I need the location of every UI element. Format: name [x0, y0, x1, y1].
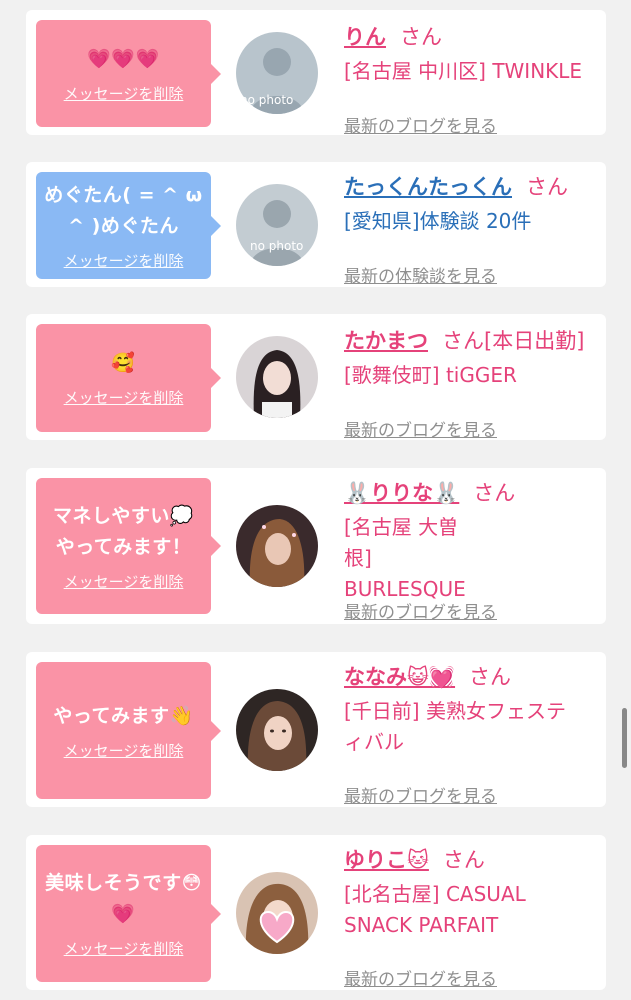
message-text: めぐたん( = ^ ω ^ )めぐたん	[44, 184, 203, 237]
shop-info: [名古屋 大曽根] BURLESQUE	[344, 515, 466, 601]
user-name-link[interactable]: ななみ😺💓	[344, 665, 455, 689]
user-name-link[interactable]: たかまつ	[344, 329, 428, 353]
list-item: めぐたん( = ^ ω ^ )めぐたん メッセージを削除 no photo たっ…	[26, 162, 606, 287]
delete-message-link[interactable]: メッセージを削除	[64, 740, 184, 761]
svg-text:no photo: no photo	[250, 239, 303, 253]
honorific: さん	[469, 665, 512, 689]
profile-photo	[236, 336, 318, 418]
message-bubble: やってみます👋 メッセージを削除	[36, 662, 221, 799]
latest-blog-link[interactable]: 最新のブログを見る	[344, 416, 497, 441]
message-text: 美味しそうです😳💗	[45, 872, 202, 925]
latest-blog-link[interactable]: 最新のブログを見る	[344, 112, 497, 137]
message-text: やってみます👋	[53, 704, 194, 727]
delete-message-link[interactable]: メッセージを削除	[64, 250, 184, 271]
avatar[interactable]: no photo	[236, 184, 318, 266]
no-photo-icon: no photo	[236, 184, 318, 266]
honorific: さん	[400, 25, 442, 49]
honorific: さん	[526, 175, 568, 199]
message-bubble: マネしやすい💭やってみます！ メッセージを削除	[36, 478, 221, 614]
message-bubble: 💗💗💗 メッセージを削除	[36, 20, 221, 127]
list-item: 美味しそうです😳💗 メッセージを削除 ゆりこ🐱 さん [北名古屋] CASUAL …	[26, 835, 606, 990]
delete-message-link[interactable]: メッセージを削除	[64, 571, 184, 592]
scrollbar[interactable]	[622, 708, 627, 768]
profile-photo	[236, 872, 318, 954]
user-name-link[interactable]: りん	[344, 25, 386, 49]
list-item: マネしやすい💭やってみます！ メッセージを削除 🐰りりな🐰 さん [名古屋 大曽根…	[26, 468, 606, 624]
avatar[interactable]	[236, 336, 318, 418]
latest-blog-link[interactable]: 最新のブログを見る	[344, 782, 497, 807]
user-name-link[interactable]: ゆりこ🐱	[344, 848, 429, 872]
message-bubble: めぐたん( = ^ ω ^ )めぐたん メッセージを削除	[36, 172, 221, 279]
avatar[interactable]	[236, 505, 318, 587]
list-item: やってみます👋 メッセージを削除 ななみ😺💓 さん [千日前] 美熟女フェスティバ…	[26, 652, 606, 807]
message-text: 💗💗💗	[87, 47, 160, 70]
avatar[interactable]	[236, 689, 318, 771]
profile-photo	[236, 505, 318, 587]
shop-info: [北名古屋] CASUAL SNACK PARFAIT	[344, 882, 526, 937]
message-list: 💗💗💗 メッセージを削除 no photo りん さん [名古屋 中川区] TWI…	[0, 0, 631, 1000]
shop-info: [千日前] 美熟女フェスティバル	[344, 699, 566, 754]
honorific: さん	[473, 481, 516, 505]
avatar[interactable]: no photo	[236, 32, 318, 114]
latest-blog-link[interactable]: 最新のブログを見る	[344, 965, 497, 990]
status-label: [本日出勤]	[484, 329, 585, 353]
shop-info: [名古屋 中川区] TWINKLE	[344, 59, 583, 83]
user-name-link[interactable]: 🐰りりな🐰	[344, 481, 459, 505]
message-bubble: 美味しそうです😳💗 メッセージを削除	[36, 845, 221, 982]
message-bubble: 🥰 メッセージを削除	[36, 324, 221, 432]
delete-message-link[interactable]: メッセージを削除	[64, 83, 184, 104]
latest-blog-link[interactable]: 最新のブログを見る	[344, 598, 497, 623]
user-name-link[interactable]: たっくんたっくん	[344, 175, 512, 199]
message-text: マネしやすい💭やってみます！	[53, 504, 194, 558]
no-photo-icon: no photo	[236, 32, 318, 114]
delete-message-link[interactable]: メッセージを削除	[64, 387, 184, 408]
profile-photo	[236, 689, 318, 771]
message-text: 🥰	[111, 352, 136, 374]
svg-text:no photo: no photo	[240, 93, 293, 107]
list-item: 🥰 メッセージを削除 たかまつ さん[本日出勤] [歌舞伎町] tiGGER 最新…	[26, 314, 606, 441]
latest-reviews-link[interactable]: 最新の体験談を見る	[344, 262, 497, 287]
shop-info: [愛知県]体験談 20件	[344, 209, 532, 233]
delete-message-link[interactable]: メッセージを削除	[64, 938, 184, 959]
list-item: 💗💗💗 メッセージを削除 no photo りん さん [名古屋 中川区] TWI…	[26, 10, 606, 137]
honorific: さん	[442, 848, 485, 872]
avatar[interactable]	[236, 872, 318, 954]
shop-info: [歌舞伎町] tiGGER	[344, 363, 517, 387]
honorific: さん	[442, 329, 484, 353]
